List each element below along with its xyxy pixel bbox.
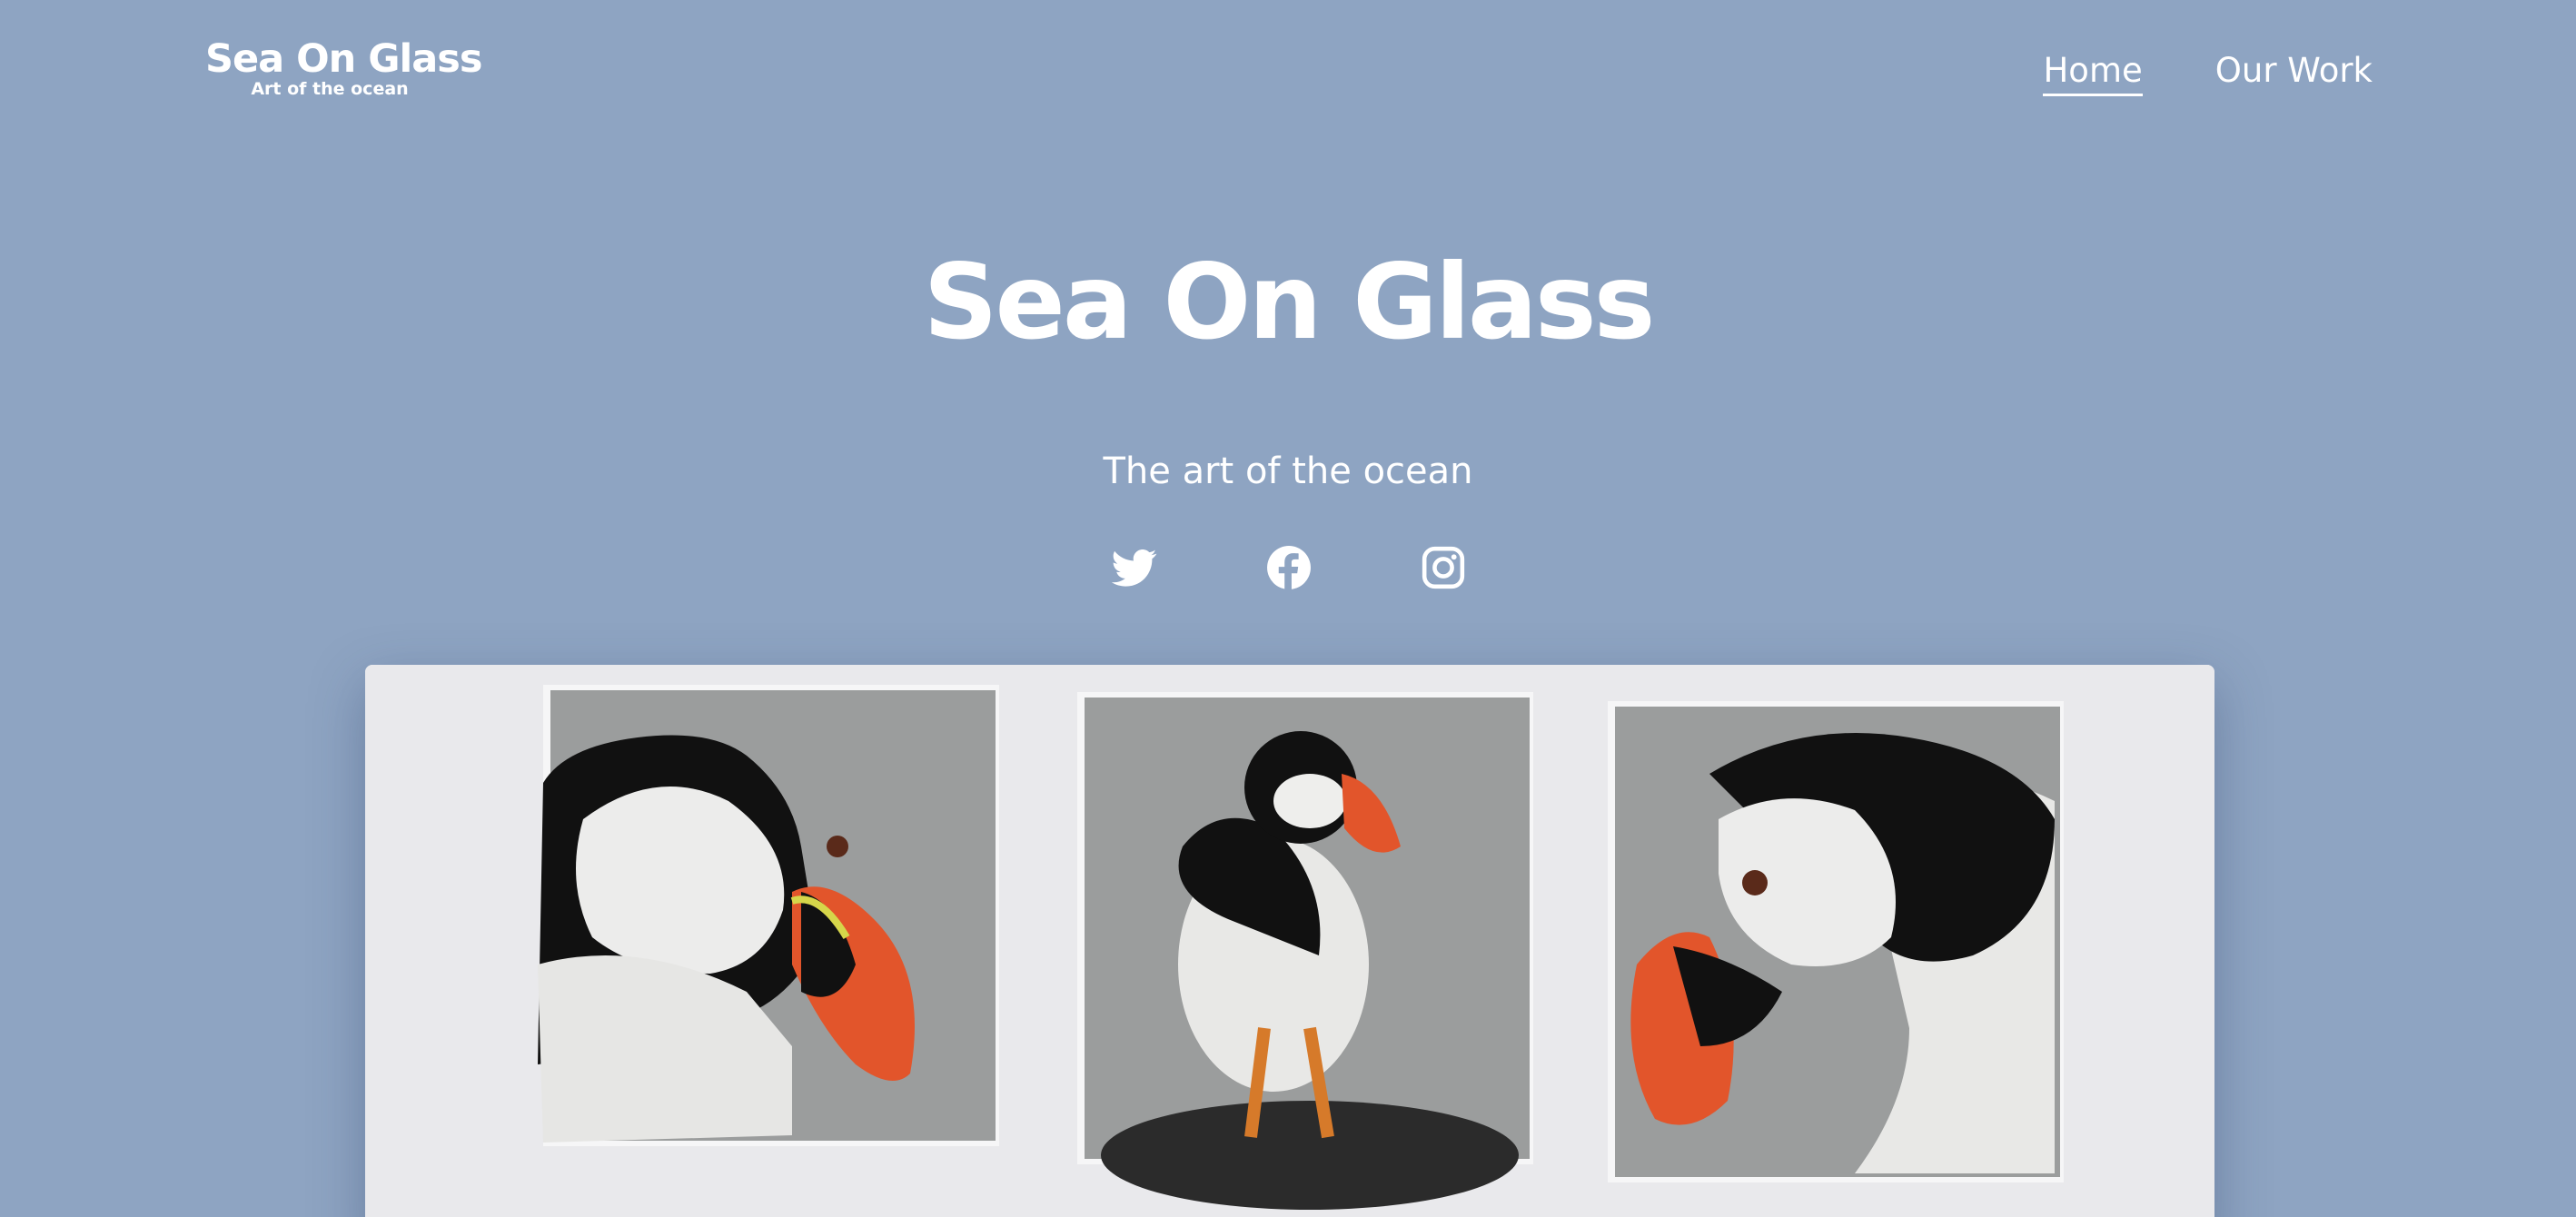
logo-tagline: Art of the ocean <box>251 79 409 99</box>
puffin-panel-middle <box>1077 692 1533 1210</box>
nav-our-work-link[interactable]: Our Work <box>2215 51 2373 96</box>
facebook-link[interactable] <box>1266 545 1312 590</box>
puffin-panel-left <box>538 685 999 1146</box>
main-nav: Home Our Work <box>2043 51 2373 96</box>
nav-home-link[interactable]: Home <box>2043 51 2143 96</box>
logo-title: Sea On Glass <box>205 36 483 82</box>
social-links <box>1112 545 1466 590</box>
hero-subtitle: The art of the ocean <box>1103 450 1473 492</box>
hero-title: Sea On Glass <box>923 242 1655 362</box>
site-logo[interactable]: Sea On Glass Art of the ocean <box>205 36 483 99</box>
twitter-link[interactable] <box>1112 545 1157 590</box>
instagram-link[interactable] <box>1421 545 1466 590</box>
puffin-artwork-image <box>365 665 2214 1217</box>
instagram-icon <box>1422 546 1465 589</box>
puffin-panel-right <box>1608 701 2064 1182</box>
facebook-icon <box>1267 546 1311 590</box>
page: Sea On Glass Art of the ocean Home Our W… <box>0 0 2576 1217</box>
twitter-icon <box>1112 549 1157 587</box>
